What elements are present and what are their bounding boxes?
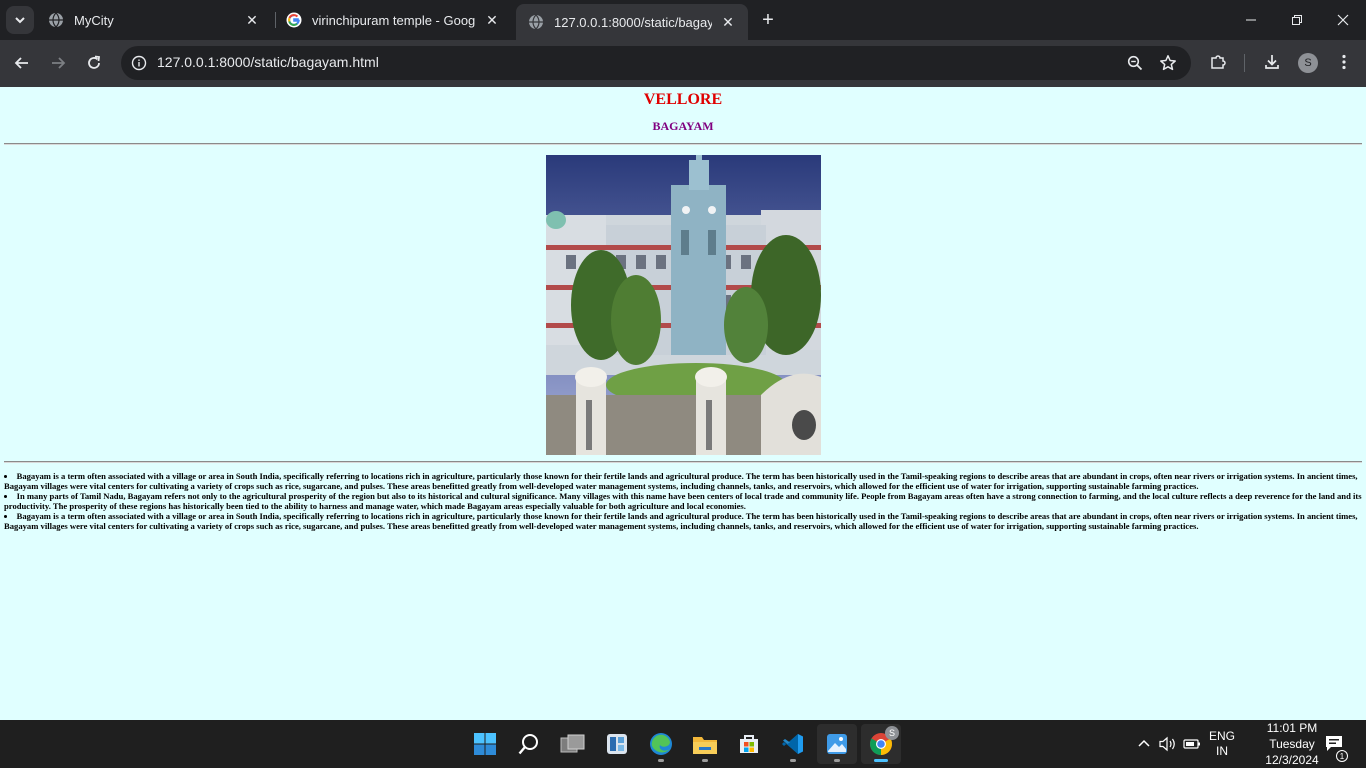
list-item: In many parts of Tamil Nadu, Bagayam ref… — [4, 491, 1362, 511]
photos-app[interactable] — [817, 724, 857, 764]
extensions-puzzle-icon[interactable] — [1207, 51, 1229, 73]
widgets-button[interactable] — [597, 724, 637, 764]
site-info-icon[interactable] — [129, 53, 149, 73]
tab-google-search[interactable]: virinchipuram temple - Google ✕ — [274, 4, 512, 36]
chevron-down-icon — [15, 17, 25, 24]
tab-title: 127.0.0.1:8000/static/bagayam.h — [554, 14, 712, 30]
new-tab-button[interactable]: + — [756, 8, 780, 32]
task-view-icon — [560, 734, 585, 753]
web-page: VELLORE BAGAYAM • Bagayam is a term ofte… — [0, 87, 1366, 720]
paragraph-list: Bagayam is a term often associated with … — [4, 471, 1362, 531]
url-text[interactable]: 127.0.0.1:8000/static/bagayam.html — [157, 54, 379, 70]
widgets-icon — [607, 734, 627, 754]
language-indicator[interactable]: ENG IN — [1204, 720, 1240, 768]
plus-icon: + — [762, 8, 774, 31]
tab-search-button[interactable] — [6, 6, 34, 34]
chevron-up-icon — [1138, 739, 1150, 747]
list-item: Bagayam is a term often associated with … — [4, 511, 1362, 531]
start-icon — [474, 733, 496, 755]
tab-strip: MyCity ✕ virinchipuram temple - Google ✕… — [0, 0, 1366, 40]
google-icon — [286, 12, 302, 28]
close-window-button[interactable] — [1320, 0, 1366, 40]
menu-kebab-icon[interactable] — [1333, 51, 1355, 73]
divider — [4, 461, 1362, 463]
close-icon[interactable]: ✕ — [244, 12, 260, 28]
divider — [4, 143, 1362, 145]
forward-button[interactable] — [43, 48, 73, 78]
close-icon[interactable]: ✕ — [484, 12, 500, 28]
page-title: VELLORE — [643, 91, 723, 108]
article-content: Bagayam is a term often associated with … — [4, 471, 1362, 531]
edge-icon — [650, 733, 672, 755]
download-icon[interactable] — [1261, 51, 1283, 73]
speaker-icon — [1159, 736, 1175, 752]
running-indicator — [702, 759, 708, 762]
address-bar[interactable]: 127.0.0.1:8000/static/bagayam.html — [121, 46, 1191, 80]
list-item: Bagayam is a term often associated with … — [4, 471, 1362, 491]
vscode-app[interactable] — [773, 724, 813, 764]
edge-app[interactable] — [641, 724, 681, 764]
browser-toolbar: 127.0.0.1:8000/static/bagayam.html S — [0, 40, 1366, 87]
running-indicator — [658, 759, 664, 762]
language-region: IN — [1216, 744, 1228, 758]
chrome-profile-badge: S — [885, 726, 899, 740]
volume-button[interactable] — [1156, 720, 1180, 768]
store-icon — [740, 735, 758, 753]
search-icon — [518, 734, 538, 755]
windows-taskbar: S ENG IN 11:01 PM Tuesday 12/3/2024 1 — [0, 720, 1366, 768]
profile-avatar[interactable]: S — [1298, 53, 1318, 73]
language-code: ENG — [1208, 729, 1235, 743]
globe-icon — [528, 14, 544, 30]
battery-icon — [1183, 739, 1200, 749]
zoom-icon[interactable] — [1125, 53, 1145, 73]
back-button[interactable] — [7, 48, 37, 78]
tab-mycity[interactable]: MyCity ✕ — [36, 4, 272, 36]
running-indicator — [874, 759, 888, 762]
battery-button[interactable] — [1180, 720, 1204, 768]
minimize-button[interactable] — [1228, 0, 1274, 40]
bagayam-building-photo — [545, 155, 821, 455]
restore-button[interactable] — [1274, 0, 1320, 40]
reload-button[interactable] — [79, 48, 109, 78]
tab-title: MyCity — [74, 12, 114, 28]
forward-arrow-icon — [52, 57, 66, 69]
minimize-icon — [1246, 19, 1256, 21]
notification-count: 1 — [1336, 750, 1348, 762]
back-arrow-icon — [14, 57, 28, 69]
chrome-app[interactable]: S — [861, 724, 901, 764]
file-explorer-icon — [693, 737, 717, 754]
vscode-icon — [782, 734, 803, 754]
photos-icon — [827, 734, 847, 754]
taskbar-search-button[interactable] — [509, 724, 549, 764]
start-button[interactable] — [465, 724, 505, 764]
tab-title: virinchipuram temple - Google — [312, 12, 476, 28]
running-indicator — [790, 759, 796, 762]
close-icon[interactable]: ✕ — [720, 14, 736, 30]
bookmark-star-icon[interactable] — [1158, 53, 1178, 73]
show-hidden-icons-button[interactable] — [1132, 720, 1156, 768]
reload-icon — [88, 55, 101, 69]
file-explorer-app[interactable] — [685, 724, 725, 764]
toolbar-separator — [1244, 54, 1245, 72]
store-app[interactable] — [729, 724, 769, 764]
page-subtitle: BAGAYAM — [652, 119, 714, 133]
notification-center-button[interactable]: 1 — [1320, 720, 1350, 768]
tab-bagayam[interactable]: 127.0.0.1:8000/static/bagayam.h ✕ — [516, 4, 748, 40]
globe-icon — [48, 12, 64, 28]
task-view-button[interactable] — [553, 724, 593, 764]
close-icon — [1337, 14, 1349, 26]
restore-icon — [1292, 15, 1302, 25]
building-image — [545, 155, 821, 455]
running-indicator — [834, 759, 840, 762]
